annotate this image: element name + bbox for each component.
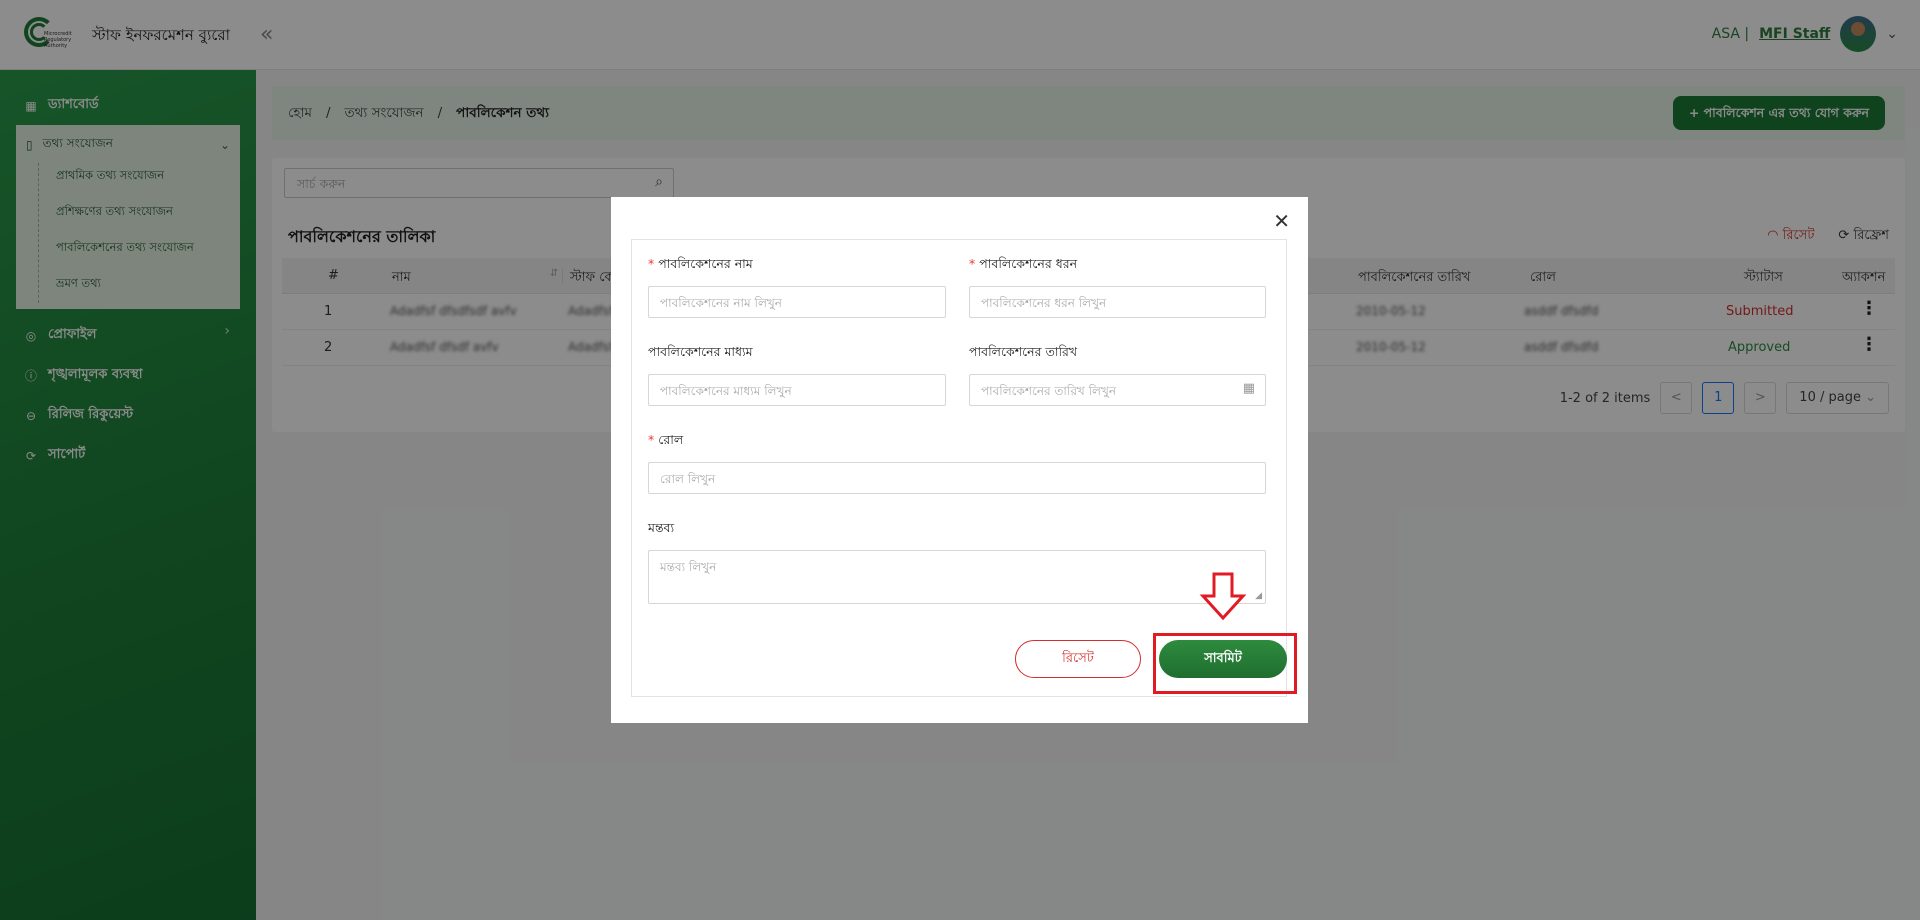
add-publication-modal: ✕ * পাবলিকেশনের নাম পাবলিকেশনের নাম লিখুন… [611, 197, 1308, 723]
pub-name-label: * পাবলিকেশনের নাম [648, 256, 753, 271]
down-arrow-icon [1199, 572, 1247, 621]
pub-medium-input[interactable]: পাবলিকেশনের মাধ্যম লিখুন [648, 374, 946, 406]
pub-medium-label: পাবলিকেশনের মাধ্যম [648, 344, 753, 359]
resize-handle-icon[interactable]: ◢ [1255, 591, 1262, 601]
pub-type-input[interactable]: পাবলিকেশনের ধরন লিখুন [969, 286, 1266, 318]
comment-textarea[interactable]: মন্তব্য লিখুন ◢ [648, 550, 1266, 604]
pub-name-input[interactable]: পাবলিকেশনের নাম লিখুন [648, 286, 946, 318]
role-label: * রোল [648, 432, 684, 447]
pub-type-label: * পাবলিকেশনের ধরন [969, 256, 1078, 271]
calendar-icon[interactable]: ▦ [1243, 381, 1255, 396]
publication-form: * পাবলিকেশনের নাম পাবলিকেশনের নাম লিখুন *… [631, 239, 1297, 697]
highlight-box [1153, 633, 1297, 694]
reset-button[interactable]: রিসেট [1015, 640, 1141, 678]
comment-label: মন্তব্য [648, 520, 675, 535]
pub-date-picker[interactable]: পাবলিকেশনের তারিখ লিখুন ▦ [969, 374, 1266, 406]
role-input[interactable]: রোল লিখুন [648, 462, 1266, 494]
pub-date-label: পাবলিকেশনের তারিখ [969, 344, 1078, 359]
close-icon[interactable]: ✕ [1273, 209, 1290, 233]
